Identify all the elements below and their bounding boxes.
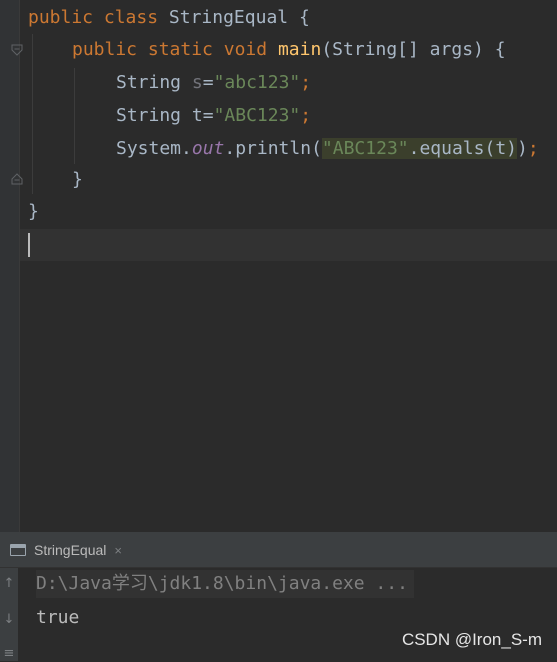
console-output: true (36, 607, 80, 628)
run-panel: StringEqual × ↑ ↓ ≡ D:\Java学习\jdk1.8\bin… (0, 532, 557, 661)
code-editor[interactable]: public class StringEqual { public static… (0, 0, 557, 532)
console-command-line: D:\Java学习\jdk1.8\bin\java.exe ... (36, 570, 414, 598)
text-caret (28, 233, 30, 257)
current-line-highlight (20, 229, 557, 261)
scroll-down-icon[interactable]: ↓ (0, 612, 18, 628)
indent-guide (32, 34, 33, 194)
console-window-icon (10, 544, 26, 556)
code-line-4: String t="ABC123"; (116, 100, 311, 132)
operator: = (202, 105, 214, 126)
watermark: CSDN @Iron_S-m (401, 630, 542, 649)
string-literal: "ABC123" (321, 138, 409, 159)
type-name: String (116, 72, 182, 93)
paren: ) (517, 138, 528, 159)
keyword: void (223, 39, 268, 60)
code-line-2: public static void main(String[] args) { (72, 34, 506, 66)
semicolon: ; (300, 72, 312, 93)
operator: = (202, 72, 214, 93)
keyword: public (72, 39, 138, 60)
fold-marker-icon[interactable] (11, 44, 23, 56)
keyword: static (147, 39, 213, 60)
semicolon: ; (300, 105, 312, 126)
scroll-up-icon[interactable]: ↑ (0, 576, 18, 592)
variable-name: s (191, 72, 203, 93)
tab-label: StringEqual (34, 542, 107, 558)
code-line-5: System.out.println("ABC123".equals(t)); (116, 133, 539, 165)
class-name: StringEqual (168, 7, 289, 28)
brace: } (28, 201, 39, 222)
method-call: .println( (224, 138, 322, 159)
run-side-toolbar: ↑ ↓ ≡ (0, 568, 18, 661)
method-params: (String[] args) { (321, 39, 506, 60)
string-literal: "ABC123" (213, 105, 301, 126)
static-field: out (191, 138, 225, 159)
method-call: .equals(t) (408, 138, 517, 159)
code-line-3: String s="abc123"; (116, 67, 311, 99)
code-line-1: public class StringEqual { (28, 2, 310, 34)
code-line-6: } (72, 164, 83, 196)
run-tab-bar: StringEqual × (0, 533, 557, 568)
keyword: class (103, 7, 159, 28)
fold-end-icon[interactable] (11, 173, 23, 185)
close-icon[interactable]: × (114, 543, 122, 558)
code-line-7: } (28, 196, 39, 228)
keyword: public (28, 7, 94, 28)
variable-name: t (191, 105, 203, 126)
brace: { (298, 7, 310, 28)
method-name: main (277, 39, 322, 60)
tab-run-stringequal[interactable]: StringEqual × (10, 539, 122, 561)
semicolon: ; (527, 138, 539, 159)
type-name: String (116, 105, 182, 126)
editor-gutter (0, 0, 20, 532)
indent-guide (74, 68, 75, 164)
brace: } (72, 169, 83, 190)
class-ref: System. (116, 138, 192, 159)
string-literal: "abc123" (213, 72, 301, 93)
